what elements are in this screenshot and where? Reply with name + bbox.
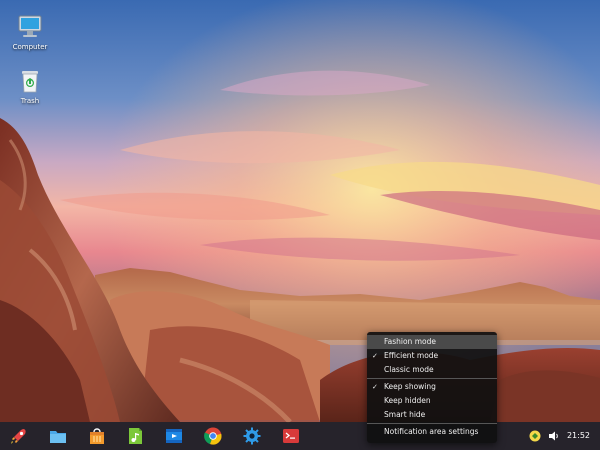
menu-item-label: Efficient mode (384, 351, 439, 360)
shopping-bag-icon (90, 428, 104, 444)
menu-item-label: Fashion mode (384, 337, 436, 346)
folder-icon (50, 431, 66, 443)
menu-item-label: Classic mode (384, 365, 434, 374)
chrome-icon (204, 427, 222, 445)
menu-item-label: Smart hide (384, 410, 426, 419)
launcher-button[interactable] (9, 426, 29, 446)
rocket-icon (11, 429, 26, 444)
menu-item-keep-showing[interactable]: ✓ Keep showing (367, 380, 497, 394)
browser-button[interactable] (203, 426, 223, 446)
terminal-icon (283, 429, 299, 443)
menu-item-classic-mode[interactable]: Classic mode (367, 363, 497, 377)
menu-item-smart-hide[interactable]: Smart hide (367, 408, 497, 422)
menu-item-label: Keep showing (384, 382, 436, 391)
settings-button[interactable] (242, 426, 262, 446)
dock: 21:52 (0, 422, 600, 450)
desktop-wallpaper (0, 0, 600, 450)
menu-item-fashion-mode[interactable]: Fashion mode (367, 335, 497, 349)
trash-icon (17, 68, 43, 94)
menu-item-efficient-mode[interactable]: ✓ Efficient mode (367, 349, 497, 363)
network-tray-button[interactable] (528, 422, 542, 450)
desktop-icon-trash[interactable]: Trash (2, 68, 58, 105)
desktop-icon-label: Computer (12, 43, 48, 51)
desktop-icon-computer[interactable]: Computer (2, 14, 58, 51)
check-icon: ✓ (372, 383, 378, 391)
terminal-button[interactable] (281, 426, 301, 446)
dock-context-menu: Fashion mode ✓ Efficient mode Classic mo… (367, 332, 497, 443)
menu-item-notification-area-settings[interactable]: Notification area settings (367, 425, 497, 439)
network-icon (529, 430, 541, 442)
clock[interactable]: 21:52 (567, 422, 590, 450)
video-player-icon (166, 429, 182, 443)
file-manager-button[interactable] (48, 426, 68, 446)
volume-tray-button[interactable] (548, 422, 560, 450)
menu-separator (367, 378, 497, 379)
computer-icon (17, 14, 43, 40)
video-player-button[interactable] (164, 426, 184, 446)
volume-icon (549, 431, 558, 441)
menu-item-label: Notification area settings (384, 427, 479, 436)
music-button[interactable] (125, 426, 145, 446)
check-icon: ✓ (372, 352, 378, 360)
gear-icon (243, 427, 261, 445)
menu-separator (367, 423, 497, 424)
menu-item-label: Keep hidden (384, 396, 431, 405)
music-icon (129, 428, 142, 444)
menu-item-keep-hidden[interactable]: Keep hidden (367, 394, 497, 408)
desktop-icon-label: Trash (20, 97, 40, 105)
app-store-button[interactable] (87, 426, 107, 446)
